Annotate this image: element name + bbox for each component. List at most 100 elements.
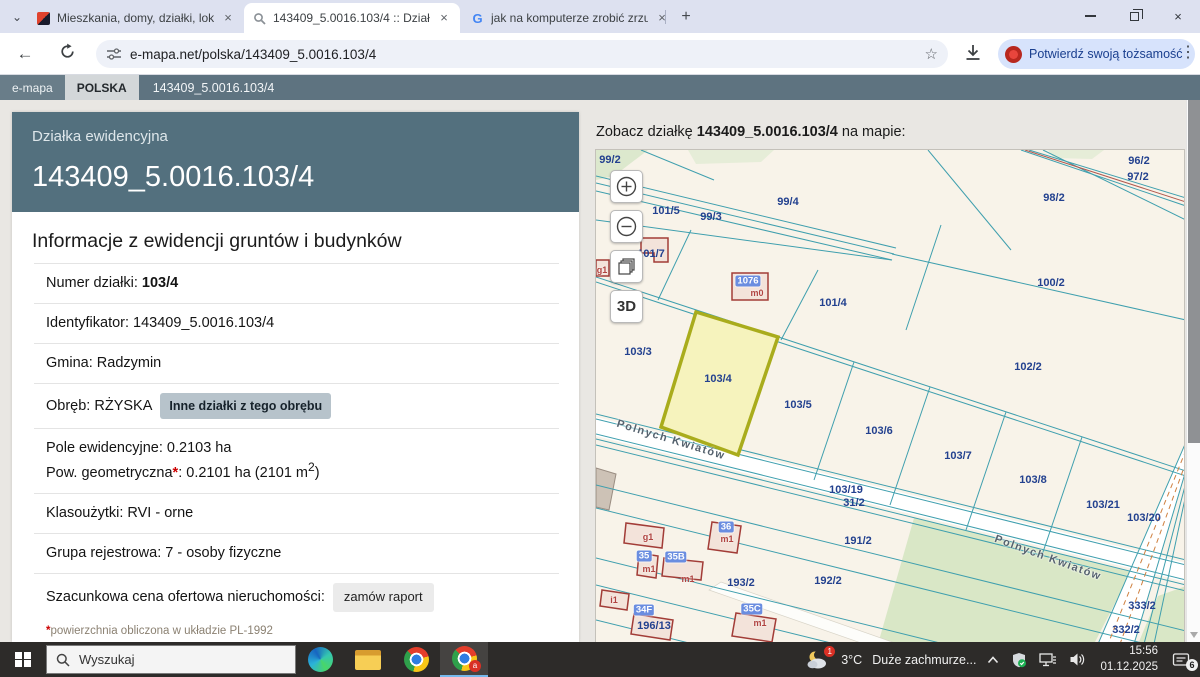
tab-title: Mieszkania, domy, działki, lokal: [57, 11, 214, 25]
parcel-label: 103/7: [944, 450, 972, 462]
restore-button[interactable]: [1112, 0, 1156, 32]
new-tab-button[interactable]: +: [676, 7, 696, 27]
profile-avatar-icon: [1005, 46, 1022, 63]
field-identyfikator: Identyfikator: 143409_5.0016.103/4: [34, 303, 559, 343]
weather-temp[interactable]: 3°C: [836, 653, 867, 667]
defender-shield-icon[interactable]: [1005, 642, 1033, 677]
search-icon: [56, 653, 70, 667]
parcel-map[interactable]: 99/296/297/298/299/4101/599/3101/7100/21…: [595, 149, 1185, 643]
field-numer: Numer działki: 103/4: [34, 263, 559, 303]
tab-close-icon[interactable]: ×: [436, 10, 452, 26]
taskbar-clock[interactable]: 15:56 01.12.2025: [1092, 644, 1166, 675]
parcel-label: 192/2: [814, 575, 842, 587]
field-pole-pow: Pole ewidencyjne: 0.2103 ha Pow. geometr…: [34, 428, 559, 493]
parcel-label: 99/3: [700, 211, 721, 223]
zoom-out-button[interactable]: [610, 210, 643, 243]
order-report-button[interactable]: zamów raport: [333, 583, 434, 612]
parcel-label: 191/2: [844, 535, 872, 547]
tab-emapa[interactable]: 143409_5.0016.103/4 :: Działka ×: [244, 3, 460, 33]
scrollbar-down-arrow-icon[interactable]: [1190, 632, 1198, 638]
parcel-id-title: 143409_5.0016.103/4: [32, 161, 559, 194]
page-scrollbar[interactable]: [1186, 100, 1200, 642]
parcel-label: 97/2: [1127, 171, 1148, 183]
parcel-label: 103/6: [865, 425, 893, 437]
speaker-icon[interactable]: [1063, 642, 1092, 677]
address-label: 34F: [634, 605, 654, 616]
bookmark-star-icon[interactable]: ☆: [925, 45, 938, 63]
card-header: Działka ewidencyjna 143409_5.0016.103/4: [12, 112, 579, 212]
system-tray: 1 3°C Duże zachmurze... 15:56 01.12.2025…: [800, 642, 1200, 677]
url-text[interactable]: e-mapa.net/polska/143409_5.0016.103/4: [130, 47, 925, 62]
tab-google[interactable]: G jak na komputerze zrobić zrzut ×: [462, 3, 678, 33]
map-labels: 99/296/297/298/299/4101/599/3101/7100/21…: [596, 150, 1185, 643]
street-label: Polnych Kwiatów: [615, 418, 727, 463]
url-bar[interactable]: e-mapa.net/polska/143409_5.0016.103/4 ☆: [96, 40, 948, 68]
network-icon[interactable]: [1033, 642, 1063, 677]
browser-toolbar: ← e-mapa.net/polska/143409_5.0016.103/4 …: [0, 33, 1200, 75]
tab-title: jak na komputerze zrobić zrzut: [491, 11, 648, 25]
site-settings-icon[interactable]: [106, 46, 122, 62]
tray-chevron-icon[interactable]: [981, 642, 1005, 677]
brand-tab[interactable]: e-mapa: [0, 75, 65, 100]
bmark-label: i1: [610, 595, 618, 605]
browser-menu-icon[interactable]: ⋮: [1180, 42, 1196, 62]
parcel-label: 333/2: [1128, 600, 1156, 612]
layers-button[interactable]: [610, 250, 643, 283]
parcel-label: 103/4: [704, 373, 732, 385]
minimize-button[interactable]: [1068, 0, 1112, 32]
3d-button[interactable]: 3D: [610, 290, 643, 323]
profile-badge: a: [469, 660, 481, 672]
address-label: 36: [719, 522, 734, 533]
download-icon[interactable]: [963, 43, 983, 68]
street-label: Polnych Kwiatów: [993, 533, 1103, 583]
parcel-label: 31/2: [843, 497, 864, 509]
weather-desc[interactable]: Duże zachmurze...: [867, 653, 981, 667]
google-favicon: G: [470, 11, 485, 26]
numer-value: 103/4: [142, 275, 178, 291]
taskbar-explorer-icon[interactable]: [344, 642, 392, 677]
parcel-label: 332/2: [1112, 624, 1140, 636]
country-tab[interactable]: POLSKA: [65, 75, 139, 100]
bmark-label: m1: [642, 564, 655, 574]
window-controls: ×: [1068, 0, 1200, 32]
notification-center-icon[interactable]: 6: [1166, 642, 1200, 677]
tab-search-chevron-icon[interactable]: ⌄: [8, 8, 26, 26]
parcel-label: 99/2: [599, 154, 620, 166]
address-label: 1076: [735, 276, 760, 287]
taskbar-chrome-active-icon[interactable]: a: [440, 642, 488, 677]
parcel-label: 196/13: [637, 620, 671, 632]
other-parcels-button[interactable]: Inne działki z tego obrębu: [160, 393, 331, 419]
parcel-label: 103/8: [1019, 474, 1047, 486]
taskbar-edge-icon[interactable]: [296, 642, 344, 677]
parcel-label: 100/2: [1037, 277, 1065, 289]
parcel-label: 96/2: [1128, 155, 1149, 167]
start-button[interactable]: [0, 642, 46, 677]
reload-button[interactable]: [56, 43, 78, 65]
card-header-label: Działka ewidencyjna: [32, 128, 559, 145]
parcel-label: 103/5: [784, 399, 812, 411]
zoom-in-button[interactable]: [610, 170, 643, 203]
tab-otodom[interactable]: Mieszkania, domy, działki, lokal ×: [28, 3, 244, 33]
close-button[interactable]: ×: [1156, 0, 1200, 32]
parcel-label: 101/5: [652, 205, 680, 217]
weather-alert-badge: 1: [824, 646, 835, 657]
identity-confirm-button[interactable]: Potwierdź swoją tożsamość: [998, 39, 1195, 69]
field-gmina: Gmina: Radzymin: [34, 343, 559, 383]
windows-logo-icon: [15, 652, 31, 668]
field-obreb: Obręb: RŻYSKAInne działki z tego obrębu: [34, 383, 559, 428]
bmark-label: m1: [681, 574, 694, 584]
parcel-label: 103/19: [829, 484, 863, 496]
notification-count-badge: 6: [1186, 659, 1198, 671]
taskbar-search-input[interactable]: Wyszukaj: [46, 645, 296, 674]
tab-close-icon[interactable]: ×: [220, 10, 236, 26]
parcel-label: 98/2: [1043, 192, 1064, 204]
taskbar-chrome-icon[interactable]: [392, 642, 440, 677]
scrollbar-thumb[interactable]: [1188, 100, 1200, 443]
tab-close-icon[interactable]: ×: [654, 10, 670, 26]
back-button[interactable]: ←: [14, 43, 36, 65]
parcel-label: 103/21: [1086, 499, 1120, 511]
layers-icon: [616, 256, 637, 277]
tab-title: 143409_5.0016.103/4 :: Działka: [273, 11, 430, 25]
address-label: 35: [637, 551, 652, 562]
weather-widget[interactable]: 1: [800, 642, 836, 677]
